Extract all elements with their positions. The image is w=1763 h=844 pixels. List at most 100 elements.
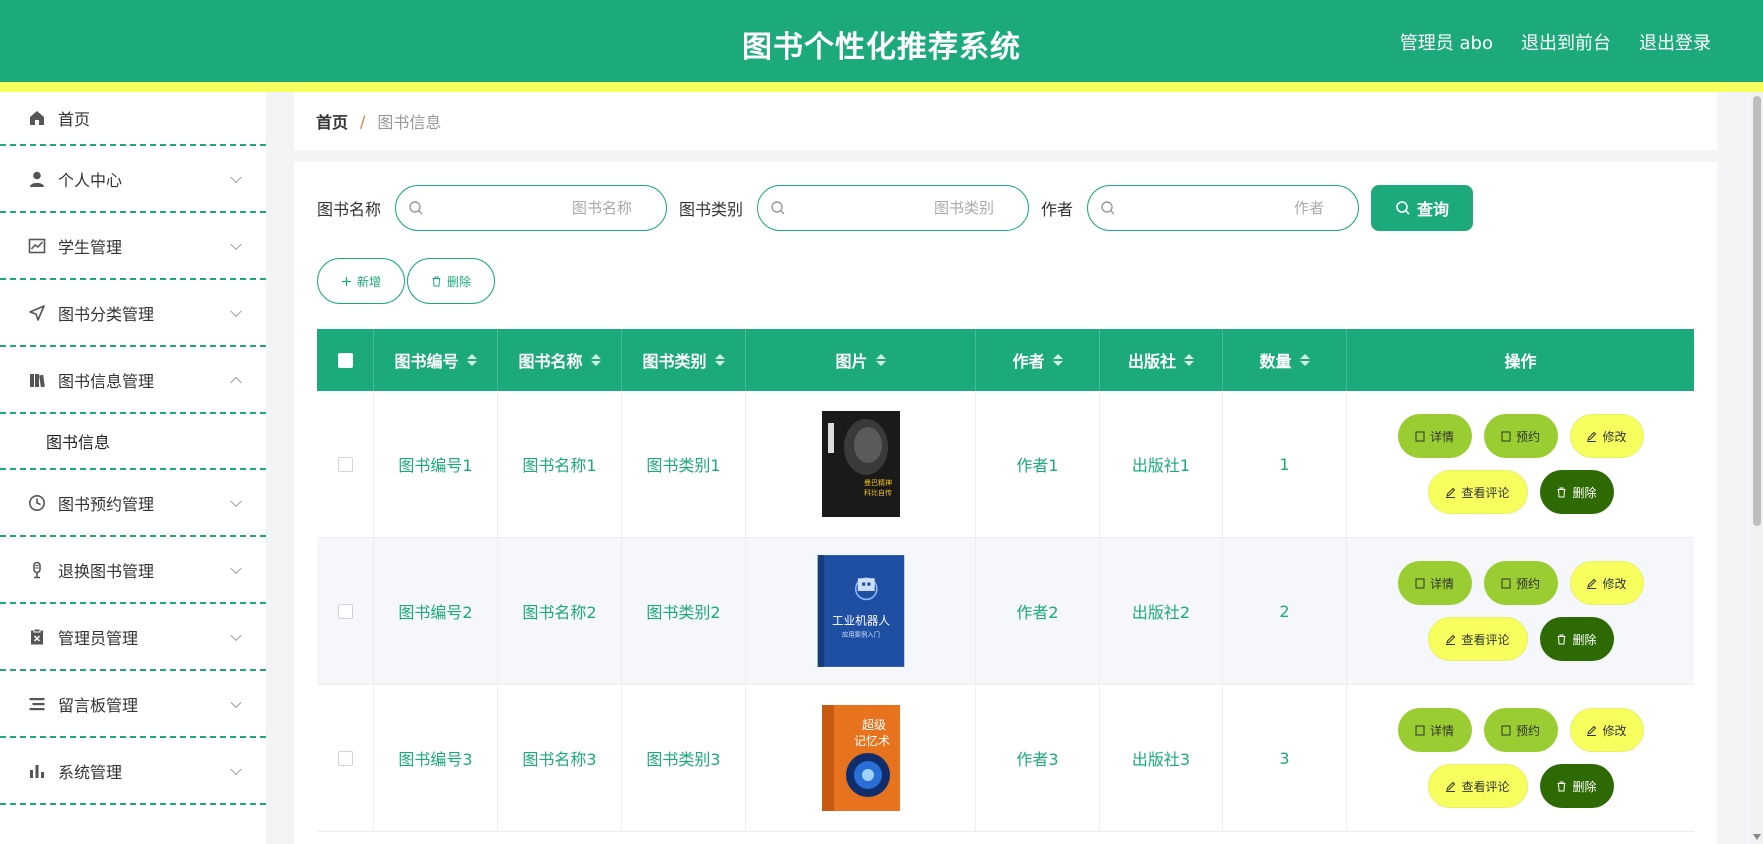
column-header-actions: 操作 xyxy=(1347,329,1694,391)
column-header-author[interactable]: 作者 xyxy=(976,329,1100,391)
view-comments-button[interactable]: 查看评论 xyxy=(1427,764,1528,808)
sidebar-item-label: 管理员管理 xyxy=(58,628,139,648)
plus-icon xyxy=(341,276,351,286)
author-input[interactable] xyxy=(1128,196,1325,220)
edit-button[interactable]: 修改 xyxy=(1569,414,1644,458)
publisher-cell: 出版社1 xyxy=(1100,391,1223,537)
sidebar-item-profile[interactable]: 个人中心 xyxy=(0,146,266,213)
sidebar-item-book-info-mgmt[interactable]: 图书信息管理 xyxy=(0,347,266,414)
edit-button-label: 修改 xyxy=(1602,723,1627,738)
book-cover-image[interactable]: 超级 记忆术 xyxy=(818,703,904,813)
exit-to-front-link[interactable]: 退出到前台 xyxy=(1521,29,1611,55)
scrollbar-thumb[interactable] xyxy=(1753,96,1761,526)
sort-icon[interactable] xyxy=(714,354,725,366)
book-name-label: 图书名称 xyxy=(317,200,382,219)
sort-icon[interactable] xyxy=(875,354,886,366)
book-category-cell: 图书类别2 xyxy=(622,538,746,684)
detail-button-label: 详情 xyxy=(1429,429,1454,444)
page-scrollbar[interactable] xyxy=(1751,92,1763,844)
sidebar-item-label: 首页 xyxy=(58,110,91,129)
edit-button-label: 修改 xyxy=(1602,429,1627,444)
delete-button-label: 删除 xyxy=(1572,485,1597,500)
chevron-down-icon xyxy=(230,562,242,574)
header-links: 管理员 abo 退出到前台 退出登录 xyxy=(1400,29,1711,55)
book-image-cell: 工业机器人 应用案例入门 xyxy=(746,538,976,684)
sidebar-item-admins[interactable]: 管理员管理 xyxy=(0,604,266,671)
sidebar-item-home[interactable]: 首页 xyxy=(0,92,266,146)
reserve-button[interactable]: 预约 xyxy=(1483,708,1558,752)
delete-button[interactable]: 删除 xyxy=(1539,617,1614,661)
edit-button[interactable]: 修改 xyxy=(1569,561,1644,605)
sidebar-item-return-exchange[interactable]: 退换图书管理 xyxy=(0,537,266,604)
row-checkbox[interactable] xyxy=(337,456,353,472)
detail-button[interactable]: 详情 xyxy=(1397,561,1472,605)
view-comments-button[interactable]: 查看评论 xyxy=(1427,617,1528,661)
search-icon xyxy=(1101,201,1115,215)
column-header-category[interactable]: 图书类别 xyxy=(622,329,746,391)
sidebar-subitem-book-info[interactable]: 图书信息 xyxy=(0,414,266,470)
detail-button[interactable]: 详情 xyxy=(1397,708,1472,752)
reserve-button-label: 预约 xyxy=(1515,576,1540,591)
sort-icon[interactable] xyxy=(1052,354,1063,366)
logout-link[interactable]: 退出登录 xyxy=(1639,29,1711,55)
edit-button[interactable]: 修改 xyxy=(1569,708,1644,752)
bulk-delete-button[interactable]: 删除 xyxy=(407,258,495,304)
reserve-button[interactable]: 预约 xyxy=(1483,561,1558,605)
book-name-input[interactable] xyxy=(436,196,633,220)
bar-chart-icon xyxy=(28,762,46,780)
row-select-cell xyxy=(317,538,374,684)
clock-icon xyxy=(28,494,46,512)
column-header-image[interactable]: 图片 xyxy=(746,329,976,391)
search-icon xyxy=(771,201,785,215)
svg-text:科比自传: 科比自传 xyxy=(864,488,892,497)
detail-button-label: 详情 xyxy=(1429,723,1454,738)
breadcrumb-home[interactable]: 首页 xyxy=(316,109,348,133)
query-button[interactable]: 查询 xyxy=(1371,185,1474,231)
sort-icon[interactable] xyxy=(466,354,477,366)
column-header-label: 图书类别 xyxy=(642,352,707,371)
column-header-label: 图书编号 xyxy=(394,352,459,371)
sidebar-item-students[interactable]: 学生管理 xyxy=(0,213,266,280)
sidebar-item-label: 留言板管理 xyxy=(58,695,139,715)
sort-icon[interactable] xyxy=(1299,354,1310,366)
admin-user-link[interactable]: 管理员 abo xyxy=(1400,29,1493,55)
row-checkbox[interactable] xyxy=(337,750,353,766)
book-category-input[interactable] xyxy=(798,196,995,220)
sidebar-item-book-category[interactable]: 图书分类管理 xyxy=(0,280,266,347)
view-comments-button-label: 查看评论 xyxy=(1461,779,1510,794)
book-category-cell: 图书类别3 xyxy=(622,685,746,831)
sort-icon[interactable] xyxy=(590,354,601,366)
add-button[interactable]: 新增 xyxy=(317,258,405,304)
delete-button-label: 删除 xyxy=(1572,779,1597,794)
sidebar-item-label: 图书预约管理 xyxy=(58,494,155,514)
pencil-icon xyxy=(1446,781,1456,792)
reserve-button[interactable]: 预约 xyxy=(1483,414,1558,458)
sidebar-item-system[interactable]: 系统管理 xyxy=(0,738,266,805)
delete-button[interactable]: 删除 xyxy=(1539,470,1614,514)
column-header-publisher[interactable]: 出版社 xyxy=(1100,329,1223,391)
book-code-cell: 图书编号3 xyxy=(374,685,498,831)
book-cover-image[interactable]: 曼巴精神 科比自传 xyxy=(818,409,904,519)
trash-icon xyxy=(1557,781,1566,791)
quantity-cell: 2 xyxy=(1223,538,1347,684)
sidebar-item-message-board[interactable]: 留言板管理 xyxy=(0,671,266,738)
author-cell: 作者3 xyxy=(976,685,1100,831)
column-header-label: 作者 xyxy=(1012,352,1045,371)
sort-icon[interactable] xyxy=(1184,354,1194,366)
row-checkbox[interactable] xyxy=(337,603,353,619)
detail-button[interactable]: 详情 xyxy=(1397,414,1472,458)
book-code-cell: 图书编号1 xyxy=(374,391,498,537)
scroll-down-arrow-icon[interactable] xyxy=(1753,834,1761,840)
column-header-quantity[interactable]: 数量 xyxy=(1223,329,1347,391)
quantity-cell: 3 xyxy=(1223,685,1347,831)
author-label: 作者 xyxy=(1041,200,1074,219)
delete-button[interactable]: 删除 xyxy=(1539,764,1614,808)
book-icon xyxy=(28,371,46,389)
select-all-checkbox[interactable] xyxy=(337,352,353,368)
column-header-name[interactable]: 图书名称 xyxy=(498,329,622,391)
book-cover-image[interactable]: 工业机器人 应用案例入门 xyxy=(805,553,917,669)
column-header-code[interactable]: 图书编号 xyxy=(374,329,498,391)
view-comments-button[interactable]: 查看评论 xyxy=(1427,470,1528,514)
author-search-box xyxy=(1087,185,1360,231)
sidebar-item-reservation[interactable]: 图书预约管理 xyxy=(0,470,266,537)
